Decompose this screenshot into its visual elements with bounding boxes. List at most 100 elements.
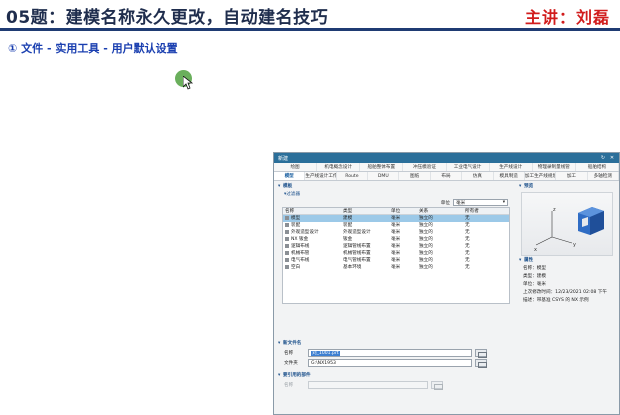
row-name: 空白 <box>291 265 301 270</box>
row-unit: 毫米 <box>391 258 401 263</box>
prop-unit: 单位：毫米 <box>523 282 546 287</box>
preview-section-label: 预览 <box>524 184 534 189</box>
new-file-dialog: 新建 ↻ ✕ 绘图 机电概念设计 船舶整体布置 冲压模验证 工业电气设计 生产线… <box>273 152 620 415</box>
unit-label: 单位 <box>440 200 450 206</box>
tab-ship-layout[interactable]: 船舶整体布置 <box>360 163 404 171</box>
browse-folder-icon[interactable] <box>475 359 487 368</box>
assembly-icon <box>285 222 289 227</box>
table-row[interactable]: 外观造型设计 外观造型设计 毫米 独立的 无 <box>283 229 509 236</box>
row-unit: 毫米 <box>391 244 401 249</box>
tab-die-validation[interactable]: 冲压模验证 <box>403 163 447 171</box>
mouse-cursor-icon <box>183 76 193 90</box>
row-type: 基本环境 <box>343 265 362 270</box>
model-icon <box>285 215 289 220</box>
new-file-section-header[interactable]: ▾ 新文件名 <box>276 340 616 348</box>
tab-line-design[interactable]: 生产线设计 <box>490 163 533 171</box>
row-type: 外观造型设计 <box>343 230 371 235</box>
tab-row-2: 模型 生产线设计工作区 Route DMU 图纸 布局 仿真 模具制造 加工生产… <box>274 172 619 181</box>
tab-drawing[interactable]: 绘图 <box>274 163 318 171</box>
row-unit: 毫米 <box>391 237 401 242</box>
table-row[interactable]: NX 钣金 钣金 毫米 独立的 无 <box>283 236 509 243</box>
table-row[interactable]: 模型 建模 毫米 独立的 无 <box>283 215 509 222</box>
prop-description: 描述：带基准 CSYS 的 NX 示例 <box>523 298 589 303</box>
tab-machining[interactable]: 加工 <box>556 172 588 180</box>
tab-line-workspace[interactable]: 生产线设计工作区 <box>305 172 337 180</box>
tab-layout[interactable]: 布局 <box>431 172 463 180</box>
row-type: 钣金 <box>343 237 353 242</box>
row-name: 机械布管 <box>291 251 310 256</box>
tab-row-1: 绘图 机电概念设计 船舶整体布置 冲压模验证 工业电气设计 生产线设计 物理录制… <box>274 163 619 172</box>
col-name[interactable]: 名称 <box>283 208 343 214</box>
row-type: 电气管线布置 <box>343 258 371 263</box>
table-row[interactable]: 电气布线 电气管线布置 毫米 独立的 无 <box>283 257 509 264</box>
row-name: 外观造型设计 <box>291 230 319 235</box>
prop-name: 名称：模型 <box>523 266 546 271</box>
row-relation: 独立的 <box>419 230 433 235</box>
template-section-header[interactable]: ▾ 模板 <box>276 183 514 191</box>
tab-route[interactable]: Route <box>337 172 369 180</box>
row-name: 模型 <box>291 216 301 221</box>
template-preview: z x y <box>521 192 613 256</box>
tab-electrical[interactable]: 工业电气设计 <box>447 163 490 171</box>
col-type[interactable]: 类型 <box>343 208 391 214</box>
prop-type: 类型：建模 <box>523 274 546 279</box>
browse-folder-icon <box>431 381 443 390</box>
blank-icon <box>285 264 289 269</box>
reset-icon[interactable]: ↻ <box>600 155 606 161</box>
tab-model[interactable]: 模型 <box>274 172 306 180</box>
close-icon[interactable]: ✕ <box>609 155 615 161</box>
presenter-label: 主讲：刘磊 <box>524 8 610 27</box>
row-type: 建模 <box>343 216 353 221</box>
row-owner: 无 <box>465 216 470 221</box>
unit-select[interactable]: 毫米 ▾ <box>453 199 508 206</box>
mechanical-routing-icon <box>285 250 289 255</box>
folder-input[interactable]: G:\NX1953 <box>308 359 472 367</box>
row-name: 电气布线 <box>291 258 310 263</box>
col-unit[interactable]: 单位 <box>391 208 419 214</box>
slide-title: 05题：建模名称永久更改，自动建名技巧 <box>6 8 329 28</box>
tab-dmu[interactable]: DMU <box>368 172 400 180</box>
row-type: 装配 <box>343 223 353 228</box>
properties-section-header[interactable]: ▾ 属性 <box>517 257 617 265</box>
row-owner: 无 <box>465 237 470 242</box>
col-relation[interactable]: 关系 <box>419 208 465 214</box>
title-divider <box>0 28 620 31</box>
template-table[interactable]: 名称 类型 单位 关系 所有者 模型 建模 毫米 独立的 无 装配 装配 毫米 <box>282 207 510 304</box>
row-unit: 毫米 <box>391 223 401 228</box>
ref-name-input <box>308 381 428 389</box>
electrical-routing-icon <box>285 257 289 262</box>
tab-mechatronics[interactable]: 机电概念设计 <box>317 163 361 171</box>
row-unit: 毫米 <box>391 251 401 256</box>
dialog-title: 新建 <box>278 155 289 162</box>
table-row[interactable]: 逻辑布线 逻辑管线布置 毫米 独立的 无 <box>283 243 509 250</box>
browse-folder-icon[interactable] <box>475 349 487 358</box>
sheet-metal-icon <box>285 236 289 241</box>
tab-multi-axis[interactable]: 多轴检测 <box>588 172 619 180</box>
row-relation: 独立的 <box>419 251 433 256</box>
preview-section-header[interactable]: ▾ 预览 <box>517 183 617 191</box>
row-relation: 独立的 <box>419 244 433 249</box>
tab-mold[interactable]: 模具制造 <box>494 172 525 180</box>
svg-text:y: y <box>573 242 576 248</box>
ref-name-label: 名称 <box>284 383 294 388</box>
table-row[interactable]: 空白 基本环境 毫米 独立的 无 <box>283 264 509 271</box>
tab-machining-line[interactable]: 加工生产线规划 <box>525 172 557 180</box>
tab-physical-record[interactable]: 物理录制量线管 <box>533 163 576 171</box>
template-section-label: 模板 <box>283 184 293 189</box>
prop-modified: 上次修改时间：12/23/2021 02:08 下午 <box>523 290 607 295</box>
table-row[interactable]: 机械布管 机械管线布置 毫米 独立的 无 <box>283 250 509 257</box>
slide-subtitle: ① 文件 - 实用工具 - 用户默认设置 <box>8 42 178 55</box>
tab-simulation[interactable]: 仿真 <box>462 172 494 180</box>
table-row[interactable]: 装配 装配 毫米 独立的 无 <box>283 222 509 229</box>
row-owner: 无 <box>465 230 470 235</box>
tab-ship-structure[interactable]: 船舶结构 <box>576 163 619 171</box>
tab-drawings[interactable]: 图纸 <box>399 172 431 180</box>
col-owner[interactable]: 所有者 <box>465 208 509 214</box>
filename-input[interactable]: 刘_1001.prt <box>308 349 472 357</box>
row-relation: 独立的 <box>419 223 433 228</box>
row-owner: 无 <box>465 258 470 263</box>
filter-section-header[interactable]: ▾过滤器 <box>276 191 514 198</box>
reference-part-section-header[interactable]: ▾ 要引用的部件 <box>276 372 616 380</box>
row-relation: 独立的 <box>419 216 433 221</box>
chevron-down-icon: ▾ <box>502 200 505 205</box>
